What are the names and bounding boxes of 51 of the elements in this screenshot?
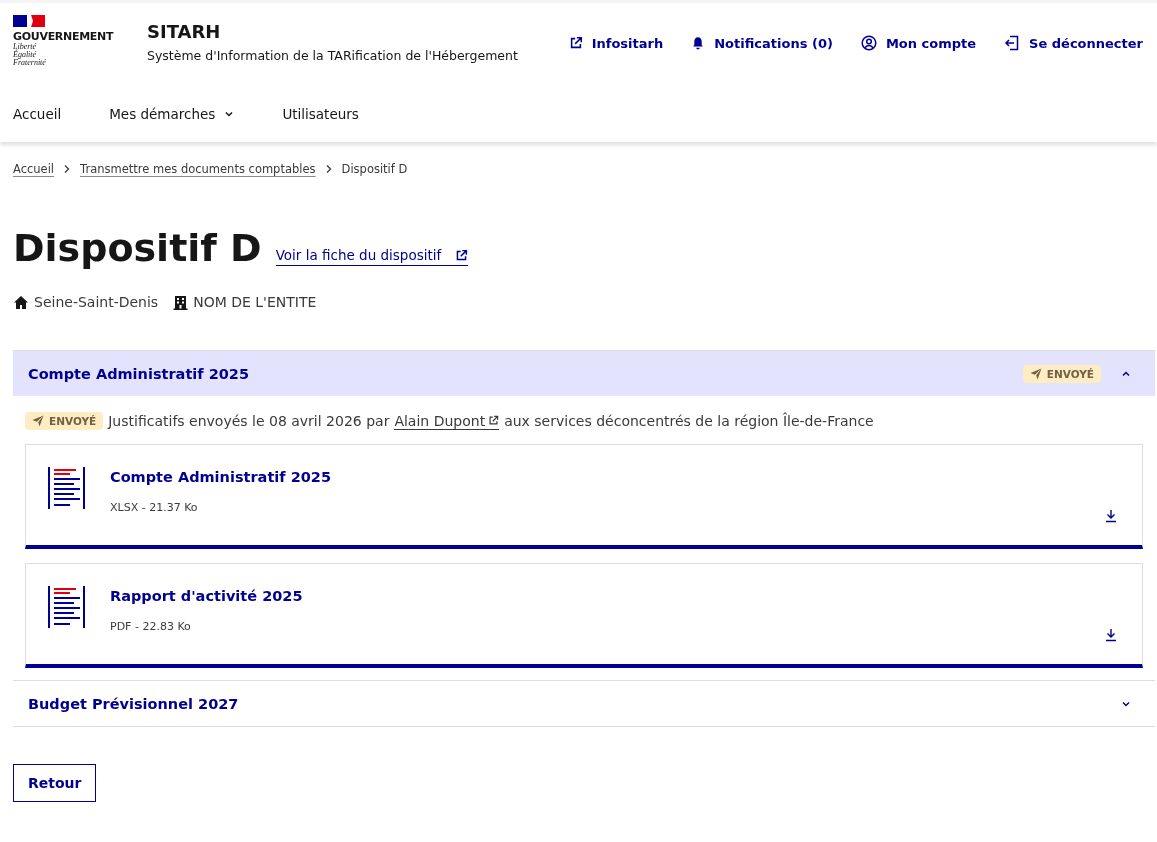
building-icon	[173, 294, 189, 310]
bell-icon	[691, 36, 706, 50]
site-title: SITARH	[147, 21, 222, 42]
nav-item[interactable]: Mes démarches	[109, 106, 235, 122]
back-button[interactable]: Retour	[13, 764, 97, 802]
marianne-logo-icon	[13, 15, 45, 27]
status-badge: ENVOYÉ	[1022, 364, 1101, 383]
status-badge: ENVOYÉ	[25, 412, 104, 430]
logo-motto: Liberté	[13, 43, 38, 51]
site-subtitle: Système d'Information de la TARification de l'Hébergement	[147, 48, 518, 63]
home-icon	[13, 294, 29, 310]
header-link[interactable]: Mon compte	[860, 35, 977, 51]
account-icon	[860, 35, 877, 51]
chevron-down-icon	[224, 109, 235, 119]
accordion-header[interactable]: Compte Administratif 2025 ENVOYÉ	[13, 351, 1155, 396]
send-icon	[32, 415, 44, 427]
document-icon	[48, 586, 86, 628]
send-icon	[1029, 367, 1042, 380]
external-link-icon	[488, 415, 500, 426]
document-card[interactable]: Compte Administratif 2025 XLSX - 21.37 Ko	[25, 444, 1143, 549]
fiche-link[interactable]: Voir la fiche du dispositif	[275, 247, 469, 266]
document-icon	[48, 467, 86, 509]
document-title: Compte Administratif 2025	[110, 469, 331, 485]
download-icon[interactable]	[1104, 509, 1118, 523]
chevron-right-icon	[63, 164, 72, 174]
breadcrumb-link[interactable]: Accueil	[13, 162, 55, 176]
document-card[interactable]: Rapport d'activité 2025 PDF - 22.83 Ko	[25, 563, 1143, 668]
document-meta: PDF - 22.83 Ko	[110, 620, 192, 633]
breadcrumb-link[interactable]: Transmettre mes documents comptables	[80, 162, 316, 176]
header-link[interactable]: Se déconnecter	[1004, 35, 1143, 51]
entity-text: NOM DE L'ENTITE	[193, 294, 317, 310]
nav-item[interactable]: Utilisateurs	[282, 106, 359, 122]
external-link-icon	[455, 248, 469, 262]
logo-motto: Fraternité	[13, 59, 47, 67]
nav-item[interactable]: Accueil	[13, 106, 62, 122]
logout-icon	[1004, 35, 1021, 51]
location-text: Seine-Saint-Denis	[34, 294, 159, 310]
page-title: Dispositif D	[13, 226, 262, 270]
download-icon[interactable]	[1104, 628, 1118, 642]
document-title: Rapport d'activité 2025	[110, 588, 303, 604]
breadcrumb-link[interactable]: Dispositif D	[341, 162, 408, 176]
header-link[interactable]: Infositarh	[568, 35, 664, 51]
chevron-right-icon	[324, 164, 333, 174]
notice-text: aux services déconcentrés de la région Île-de-France	[504, 413, 874, 429]
notice-text: Justificatifs envoyés le 08 avril 2026 par	[108, 413, 390, 429]
author-link[interactable]: Alain Dupont	[394, 412, 500, 430]
logo-motto: Égalité	[13, 51, 37, 59]
logo-title: GOUVERNEMENT	[13, 30, 115, 43]
document-meta: XLSX - 21.37 Ko	[110, 501, 199, 514]
header-link[interactable]: Notifications (0)	[691, 35, 833, 51]
external-link-icon	[568, 36, 583, 50]
